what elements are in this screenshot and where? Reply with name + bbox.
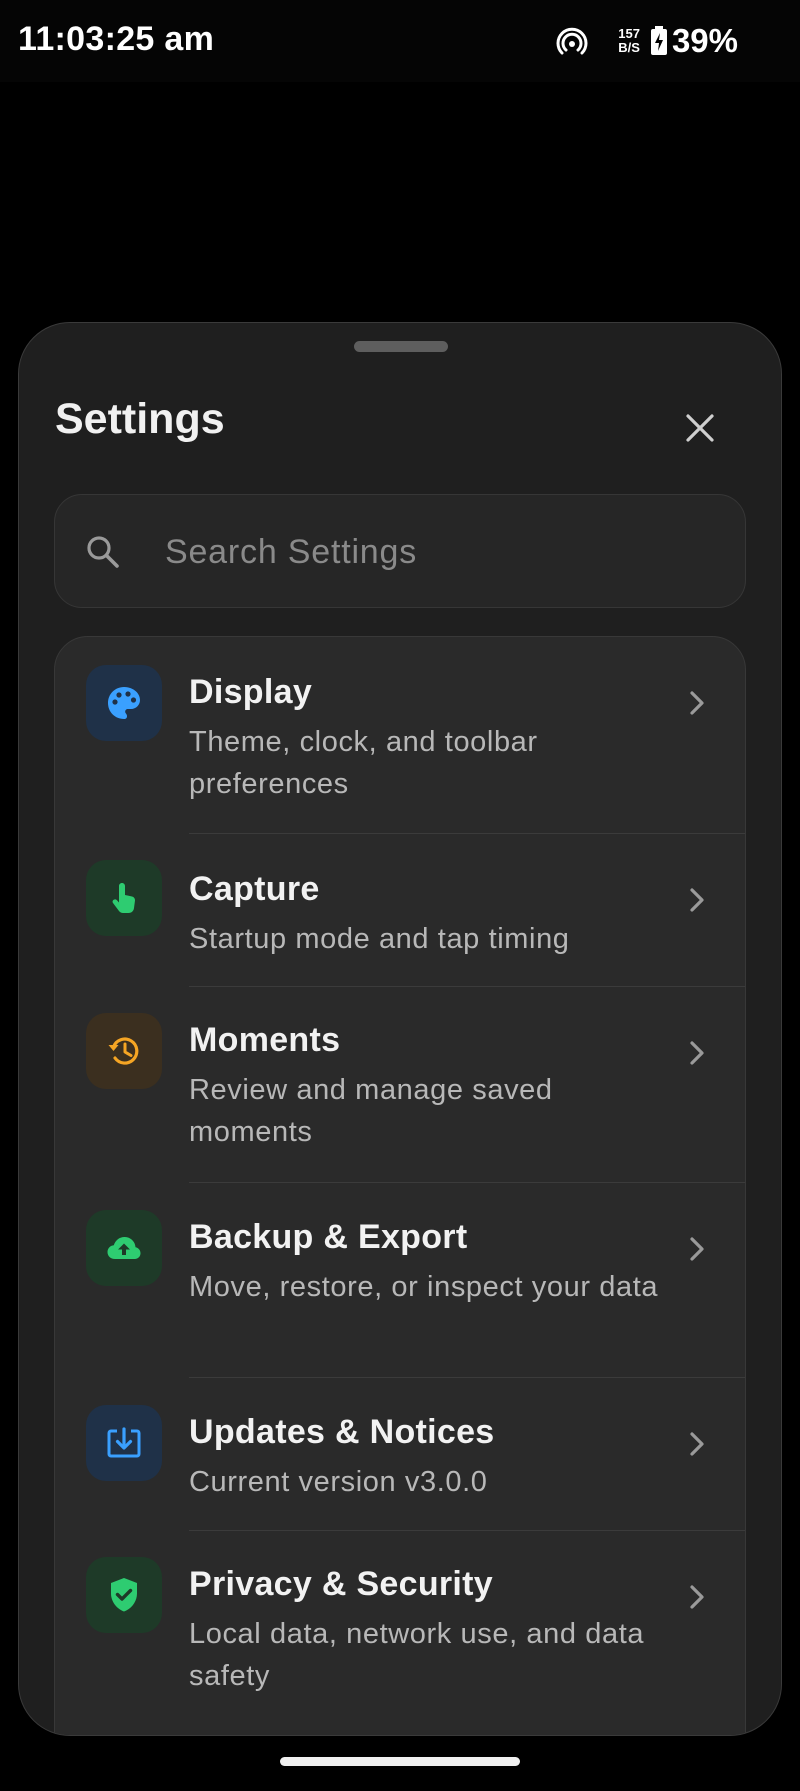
cloud-upload-icon: [107, 1237, 141, 1259]
settings-item-moments[interactable]: Moments Review and manage saved moments: [55, 987, 745, 1183]
search-icon: [87, 536, 119, 568]
chevron-right-icon: [690, 1041, 704, 1065]
search-input[interactable]: [163, 523, 707, 581]
search-bar[interactable]: [54, 494, 746, 608]
settings-item-privacy-security[interactable]: Privacy & Security Local data, network u…: [55, 1531, 745, 1727]
close-button[interactable]: [671, 399, 729, 457]
settings-item-display[interactable]: Display Theme, clock, and toolbar prefer…: [55, 637, 745, 834]
settings-item-subtitle: Theme, clock, and toolbar preferences: [189, 726, 538, 800]
chevron-right-icon: [690, 1237, 704, 1261]
chevron-right-icon: [690, 1585, 704, 1609]
palette-icon: [108, 687, 140, 719]
status-time: 11:03:25 am: [18, 20, 215, 58]
settings-item-subtitle: Startup mode and tap timing: [189, 923, 570, 955]
shield-check-icon: [111, 1578, 137, 1612]
settings-item-title: Capture: [189, 870, 320, 908]
status-indicators: 157 B/S 39%: [556, 22, 738, 60]
network-speed-value: 157: [618, 26, 640, 41]
chevron-right-icon: [690, 1432, 704, 1456]
settings-item-subtitle: Current version v3.0.0: [189, 1466, 488, 1498]
history-icon: [108, 1037, 139, 1065]
privacy-icon-tile: [86, 1557, 162, 1633]
display-icon-tile: [86, 665, 162, 741]
page-title: Settings: [55, 395, 225, 443]
capture-icon-tile: [86, 860, 162, 936]
moments-icon-tile: [86, 1013, 162, 1089]
backup-icon-tile: [86, 1210, 162, 1286]
settings-item-backup-export[interactable]: Backup & Export Move, restore, or inspec…: [55, 1183, 745, 1378]
settings-item-capture[interactable]: Capture Startup mode and tap timing: [55, 834, 745, 987]
battery-charging-icon: [650, 26, 667, 55]
hotspot-icon: [556, 27, 588, 55]
settings-item-title: Backup & Export: [189, 1218, 468, 1256]
settings-item-title: Moments: [189, 1021, 341, 1059]
settings-item-subtitle: Review and manage saved moments: [189, 1074, 553, 1148]
status-bar: 11:03:25 am 157 B/S 39%: [0, 0, 800, 82]
chevron-right-icon: [690, 691, 704, 715]
settings-item-subtitle: Local data, network use, and data safety: [189, 1618, 645, 1692]
settings-item-subtitle: Move, restore, or inspect your data: [189, 1271, 659, 1303]
settings-list: Display Theme, clock, and toolbar prefer…: [54, 636, 746, 1735]
touch-icon: [112, 883, 135, 913]
settings-item-updates-notices[interactable]: Updates & Notices Current version v3.0.0: [55, 1378, 745, 1531]
settings-item-title: Privacy & Security: [189, 1565, 494, 1603]
battery-percentage: 39%: [671, 22, 738, 59]
drag-handle[interactable]: [354, 341, 448, 352]
system-update-icon: [107, 1427, 141, 1458]
chevron-right-icon: [690, 888, 704, 912]
settings-item-title: Display: [189, 673, 313, 711]
settings-sheet: Settings Display Theme, clo: [18, 322, 782, 1736]
settings-item-title: Updates & Notices: [189, 1413, 495, 1451]
network-speed-unit: B/S: [618, 40, 640, 55]
close-icon: [686, 414, 714, 442]
updates-icon-tile: [86, 1405, 162, 1481]
network-speed: 157 B/S: [618, 27, 640, 55]
gesture-nav-handle[interactable]: [280, 1757, 520, 1766]
